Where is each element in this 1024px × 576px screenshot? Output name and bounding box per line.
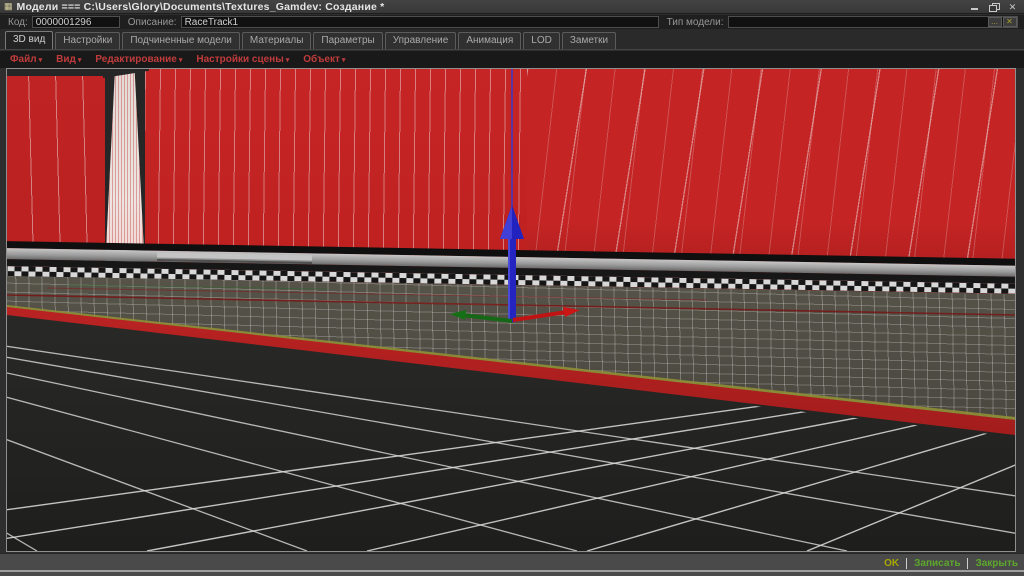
3d-scene [7,69,1015,551]
tab-3d-view[interactable]: 3D вид [5,31,54,49]
save-button[interactable]: Записать [914,558,960,569]
model-type-field: ... ✕ [727,16,1018,28]
model-editor-window: ▦ Модели === C:\Users\Glory\Documents\Te… [0,0,1024,576]
tab-parameters[interactable]: Параметры [313,32,383,49]
tab-settings[interactable]: Настройки [55,32,121,49]
footer-actions: OK Записать Закрыть [884,557,1018,570]
tab-materials[interactable]: Материалы [241,32,312,49]
tab-sub-models[interactable]: Подчиненные модели [122,32,240,49]
restore-icon[interactable] [988,2,1000,12]
app-icon: ▦ [4,1,13,11]
menu-scene-settings[interactable]: Настройки сцены ▾ [196,54,289,65]
viewport-menu-bar: Файл ▾ Вид ▾ Редактирование ▾ Настройки сце… [0,51,1024,68]
menu-view[interactable]: Вид ▾ [56,54,81,65]
chevron-down-icon: ▾ [285,57,290,64]
code-input[interactable] [31,16,120,28]
divider [906,558,908,569]
model-type-input[interactable] [727,16,1018,28]
tab-animation[interactable]: Анимация [458,32,522,49]
ok-button[interactable]: OK [884,558,899,569]
title-bar: ▦ Модели === C:\Users\Glory\Documents\Te… [0,0,1024,14]
minimize-icon[interactable] [969,2,980,12]
menu-edit[interactable]: Редактирование ▾ [95,54,182,65]
menu-object[interactable]: Объект ▾ [303,54,345,65]
close-button[interactable]: Закрыть [975,558,1018,569]
bottom-bar: OK Записать Закрыть [0,553,1024,576]
tab-control[interactable]: Управление [384,32,457,49]
browse-button[interactable]: ... [987,17,1002,27]
axis-gizmo [7,69,1015,323]
close-icon[interactable]: ✕ [1007,2,1018,12]
header-form: Код: Описание: Тип модели: ... ✕ [0,15,1024,29]
tab-strip: 3D вид Настройки Подчиненные модели Мате… [0,29,1024,50]
description-input[interactable] [180,16,659,28]
model-type-label: Тип модели: [666,16,724,28]
chevron-down-icon: ▾ [341,57,346,64]
description-label: Описание: [127,16,177,28]
chevron-down-icon: ▾ [178,57,183,64]
code-label: Код: [8,16,28,28]
tab-notes[interactable]: Заметки [561,32,617,49]
3d-viewport[interactable] [6,68,1016,552]
menu-file[interactable]: Файл ▾ [10,54,42,65]
window-title: Модели === C:\Users\Glory\Documents\Text… [16,0,385,13]
window-controls: ✕ [969,2,1020,12]
divider [967,558,969,569]
chevron-down-icon: ▾ [38,57,43,64]
clear-button[interactable]: ✕ [1002,17,1017,27]
tab-lod[interactable]: LOD [523,32,560,49]
chevron-down-icon: ▾ [77,57,82,64]
